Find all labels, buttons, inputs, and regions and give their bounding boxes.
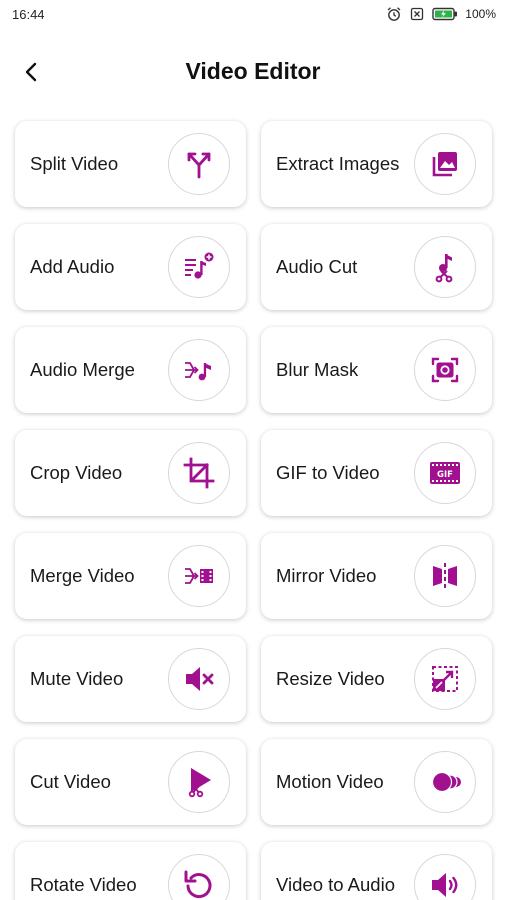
add-music-icon xyxy=(168,236,230,298)
tile-cut-video[interactable]: Cut Video xyxy=(15,739,246,825)
tile-label: Video to Audio xyxy=(276,874,395,896)
tile-label: Mirror Video xyxy=(276,565,377,587)
tile-audio-cut[interactable]: Audio Cut xyxy=(261,224,492,310)
tile-label: Merge Video xyxy=(30,565,135,587)
tile-mirror-video[interactable]: Mirror Video xyxy=(261,533,492,619)
tile-video-to-audio[interactable]: Video to Audio xyxy=(261,842,492,900)
tile-motion-video[interactable]: Motion Video xyxy=(261,739,492,825)
merge-film-icon xyxy=(168,545,230,607)
tile-extract-images[interactable]: Extract Images xyxy=(261,121,492,207)
merge-music-icon xyxy=(168,339,230,401)
play-scissors-icon xyxy=(168,751,230,813)
alarm-icon xyxy=(387,7,401,21)
speaker-icon xyxy=(414,854,476,900)
tile-label: Cut Video xyxy=(30,771,111,793)
tile-label: Add Audio xyxy=(30,256,115,278)
blur-mask-icon xyxy=(414,339,476,401)
app-bar: Video Editor xyxy=(0,40,506,104)
mute-icon xyxy=(168,648,230,710)
tile-add-audio[interactable]: Add Audio xyxy=(15,224,246,310)
tool-grid: Split Video Extract Images Add Audio Aud… xyxy=(15,121,492,900)
split-icon xyxy=(168,133,230,195)
rotate-icon xyxy=(168,854,230,900)
tile-label: Resize Video xyxy=(276,668,385,690)
gif-icon: GIF xyxy=(414,442,476,504)
tile-label: Mute Video xyxy=(30,668,124,690)
tile-mute-video[interactable]: Mute Video xyxy=(15,636,246,722)
images-icon xyxy=(414,133,476,195)
tile-crop-video[interactable]: Crop Video xyxy=(15,430,246,516)
tile-label: Split Video xyxy=(30,153,119,175)
mirror-icon xyxy=(414,545,476,607)
resize-icon xyxy=(414,648,476,710)
tile-label: Blur Mask xyxy=(276,359,359,381)
page-title: Video Editor xyxy=(185,58,321,84)
tile-resize-video[interactable]: Resize Video xyxy=(261,636,492,722)
svg-text:GIF: GIF xyxy=(437,470,453,480)
tile-label: Extract Images xyxy=(276,153,400,175)
tile-blur-mask[interactable]: Blur Mask xyxy=(261,327,492,413)
tile-label: Motion Video xyxy=(276,771,384,793)
tile-gif-to-video[interactable]: GIF to Video GIF xyxy=(261,430,492,516)
battery-percent: 100% xyxy=(465,7,496,21)
battery-charging-icon xyxy=(432,7,458,21)
motion-icon xyxy=(414,751,476,813)
tile-rotate-video[interactable]: Rotate Video xyxy=(15,842,246,900)
tile-label: Crop Video xyxy=(30,462,123,484)
status-icons: 100% xyxy=(386,6,496,22)
sim-off-icon xyxy=(411,7,424,21)
tile-split-video[interactable]: Split Video xyxy=(15,121,246,207)
tile-label: GIF to Video xyxy=(276,462,380,484)
tile-label: Audio Merge xyxy=(30,359,135,381)
tile-audio-merge[interactable]: Audio Merge xyxy=(15,327,246,413)
crop-icon xyxy=(168,442,230,504)
tile-label: Rotate Video xyxy=(30,874,137,896)
status-bar: 16:44 100% xyxy=(0,0,506,30)
tile-merge-video[interactable]: Merge Video xyxy=(15,533,246,619)
music-scissors-icon xyxy=(414,236,476,298)
status-time: 16:44 xyxy=(12,7,45,22)
tile-label: Audio Cut xyxy=(276,256,358,278)
